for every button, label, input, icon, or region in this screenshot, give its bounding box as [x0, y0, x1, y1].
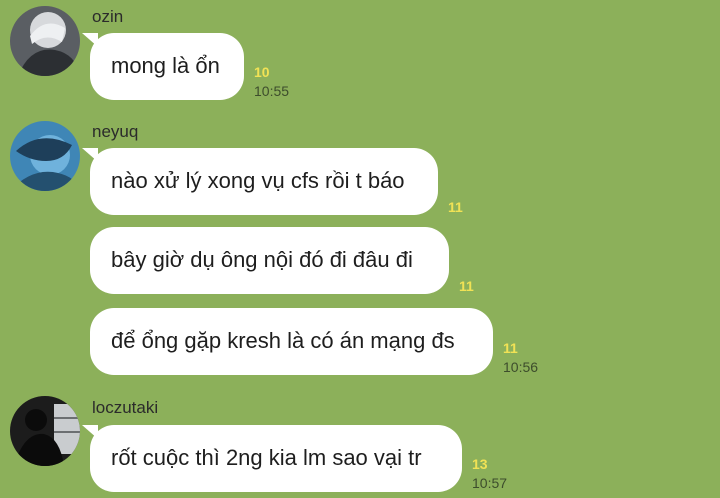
timestamp: 10:56 — [503, 359, 539, 375]
timestamp: 10:55 — [254, 83, 290, 99]
avatar-neyuq[interactable] — [10, 121, 80, 191]
message-text: để ổng gặp kresh là có án mạng đs — [111, 328, 455, 353]
avatar-ozin[interactable] — [10, 6, 80, 76]
message-text: bây giờ dụ ông nội đó đi đâu đi — [111, 247, 413, 272]
message-text: mong là ổn — [111, 53, 220, 78]
read-count: 10 — [254, 64, 270, 80]
message-bubble[interactable]: bây giờ dụ ông nội đó đi đâu đi — [90, 227, 449, 294]
read-count: 11 — [459, 278, 474, 294]
read-count: 11 — [448, 199, 463, 215]
avatar-image — [10, 121, 80, 191]
avatar-loczutaki[interactable] — [10, 396, 80, 466]
message-bubble[interactable]: mong là ổn — [82, 33, 244, 100]
avatar-image — [10, 6, 80, 76]
timestamp: 10:57 — [472, 475, 508, 491]
message-text: nào xử lý xong vụ cfs rồi t báo — [111, 168, 405, 193]
sender-name: ozin — [92, 7, 124, 26]
read-count: 13 — [472, 456, 488, 472]
message-text: rốt cuộc thì 2ng kia lm sao vại tr — [111, 445, 422, 470]
message-bubble[interactable]: rốt cuộc thì 2ng kia lm sao vại tr — [82, 425, 462, 492]
sender-name: loczutaki — [92, 398, 159, 417]
sender-name: neyuq — [92, 122, 139, 141]
read-count: 11 — [503, 340, 518, 356]
message-bubble[interactable]: nào xử lý xong vụ cfs rồi t báo — [82, 148, 438, 215]
message-bubble[interactable]: để ổng gặp kresh là có án mạng đs — [90, 308, 493, 375]
avatar-image — [10, 396, 80, 466]
